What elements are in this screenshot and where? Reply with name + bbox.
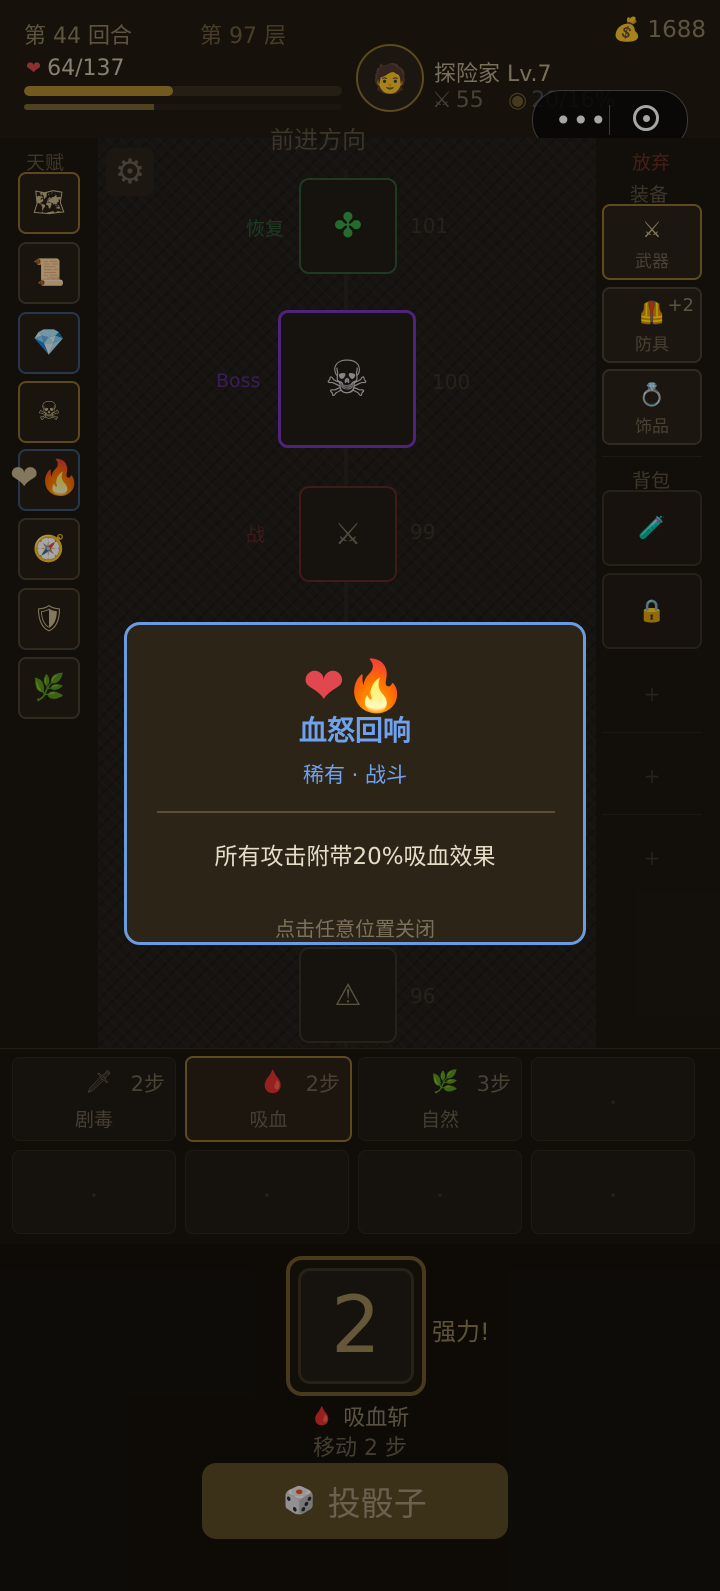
- modal-divider: [157, 811, 555, 813]
- modal-close-hint: 点击任意位置关闭: [275, 917, 435, 941]
- modal-description: 所有攻击附带20%吸血效果: [214, 844, 496, 870]
- modal-rarity-category: 稀有 · 战斗: [302, 763, 408, 787]
- talent-detail-modal[interactable]: ❤🔥 血怒回响 稀有 · 战斗 所有攻击附带20%吸血效果 点击任意位置关闭: [124, 622, 586, 945]
- modal-title: 血怒回响: [298, 714, 411, 747]
- heart-fire-icon: ❤🔥: [302, 657, 408, 715]
